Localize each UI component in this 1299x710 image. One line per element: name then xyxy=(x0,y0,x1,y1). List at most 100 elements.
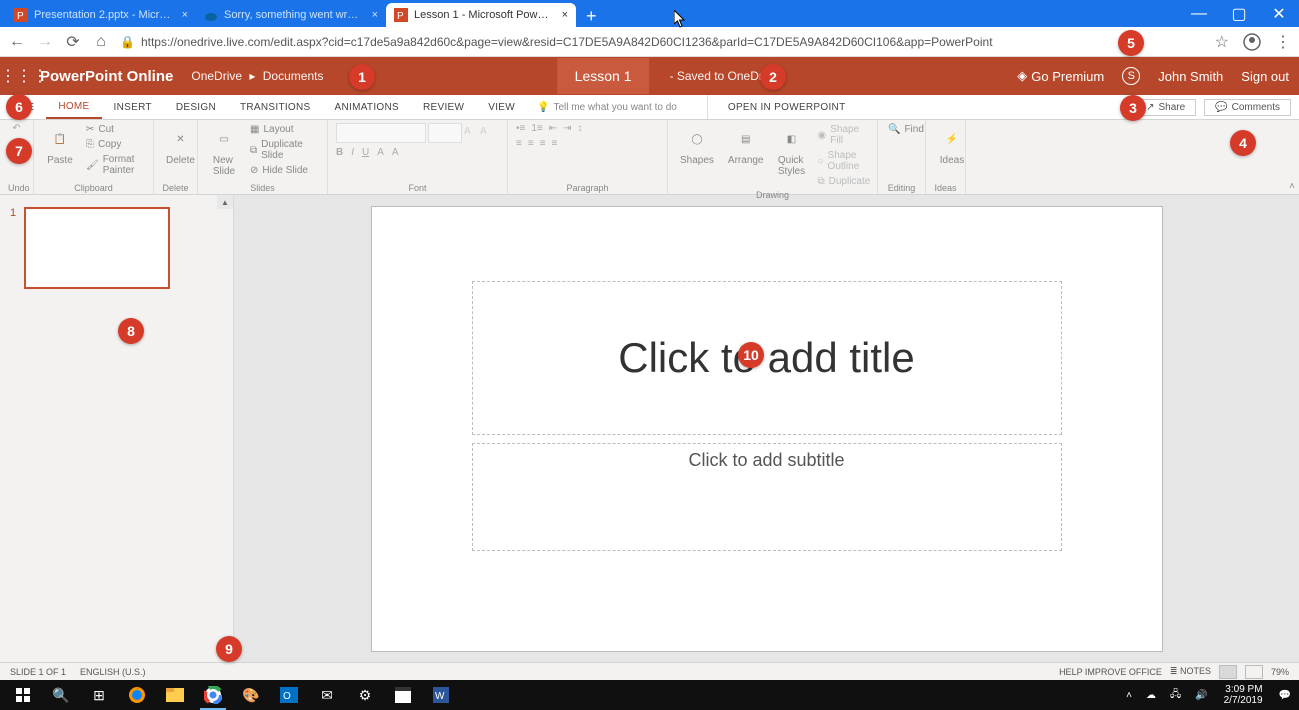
paste-button[interactable]: 📋 Paste xyxy=(42,123,78,168)
quick-styles-button[interactable]: ◧Quick Styles xyxy=(774,123,810,179)
chrome-icon[interactable] xyxy=(194,680,232,710)
subtitle-placeholder[interactable]: Click to add subtitle xyxy=(472,443,1062,551)
skype-icon[interactable]: S xyxy=(1122,67,1140,85)
go-premium-button[interactable]: ◈ Go Premium xyxy=(1017,68,1104,84)
title-placeholder[interactable]: Click to add title xyxy=(472,281,1062,435)
slideshow-view-button[interactable] xyxy=(1245,665,1263,679)
language-status[interactable]: ENGLISH (U.S.) xyxy=(80,667,146,677)
find-button[interactable]: 🔍Find xyxy=(886,123,926,136)
user-name[interactable]: John Smith xyxy=(1158,69,1223,84)
copy-button[interactable]: ⎘Copy xyxy=(84,138,145,151)
system-clock[interactable]: 3:09 PM 2/7/2019 xyxy=(1218,684,1269,706)
browser-tab-2[interactable]: P Lesson 1 - Microsoft PowerPoint × xyxy=(386,3,576,27)
highlight-button[interactable]: A xyxy=(392,147,399,158)
slide-canvas-area[interactable]: Click to add title Click to add subtitle xyxy=(234,195,1299,662)
file-explorer-icon[interactable] xyxy=(156,680,194,710)
firefox-icon[interactable] xyxy=(118,680,156,710)
format-painter-button[interactable]: 🖌Format Painter xyxy=(84,153,145,177)
italic-button[interactable]: I xyxy=(351,147,354,158)
tab-view[interactable]: VIEW xyxy=(476,95,527,119)
comments-button[interactable]: 💬Comments xyxy=(1204,99,1291,116)
slide-thumbnail-pane[interactable]: ▲ 1 xyxy=(0,195,234,662)
font-family-select[interactable] xyxy=(336,123,426,143)
browser-tab-1[interactable]: Sorry, something went wrong - C × xyxy=(196,3,386,27)
tab-review[interactable]: REVIEW xyxy=(411,95,476,119)
close-icon[interactable]: × xyxy=(372,9,378,21)
url-input[interactable]: 🔒 https://onedrive.live.com/edit.aspx?ci… xyxy=(120,35,1205,49)
task-view-button[interactable]: ⊞ xyxy=(80,680,118,710)
collapse-ribbon-icon[interactable]: ˄ xyxy=(1289,181,1295,192)
maximize-button[interactable]: ▢ xyxy=(1219,0,1259,27)
numbering-button[interactable]: 1≡ xyxy=(531,123,542,134)
back-button[interactable]: ← xyxy=(8,33,26,51)
underline-button[interactable]: U xyxy=(362,147,369,158)
calendar-icon[interactable] xyxy=(384,680,422,710)
tab-animations[interactable]: ANIMATIONS xyxy=(323,95,411,119)
app-launcher-icon[interactable]: ⋮⋮⋮ xyxy=(0,66,40,86)
shrink-font-icon[interactable]: A xyxy=(480,126,494,140)
align-right-button[interactable]: ≡ xyxy=(540,138,546,149)
tab-design[interactable]: DESIGN xyxy=(164,95,228,119)
help-improve-link[interactable]: HELP IMPROVE OFFICE xyxy=(1059,667,1162,677)
notes-button[interactable]: ≣ NOTES xyxy=(1170,666,1211,677)
cut-button[interactable]: ✂Cut xyxy=(84,123,145,136)
new-slide-button[interactable]: ▭New Slide xyxy=(206,123,242,179)
align-justify-button[interactable]: ≡ xyxy=(552,138,558,149)
bullets-button[interactable]: •≡ xyxy=(516,123,525,134)
close-window-button[interactable]: ✕ xyxy=(1259,0,1299,27)
menu-icon[interactable]: ⋮ xyxy=(1275,32,1291,52)
font-size-select[interactable] xyxy=(428,123,462,143)
undo-button[interactable]: ↶ xyxy=(12,123,20,134)
font-color-button[interactable]: A xyxy=(377,147,384,158)
close-icon[interactable]: × xyxy=(182,9,188,21)
mail-icon[interactable]: ✉ xyxy=(308,680,346,710)
shape-outline-button[interactable]: ○Shape Outline xyxy=(816,149,873,173)
star-icon[interactable]: ☆ xyxy=(1215,32,1229,52)
close-icon[interactable]: × xyxy=(562,9,568,21)
shapes-button[interactable]: ◯Shapes xyxy=(676,123,718,168)
layout-button[interactable]: ▦Layout xyxy=(248,123,319,136)
tray-chevron-icon[interactable]: ˄ xyxy=(1122,690,1136,701)
paint-icon[interactable]: 🎨 xyxy=(232,680,270,710)
browser-tab-0[interactable]: P Presentation 2.pptx - Microsoft P × xyxy=(6,3,196,27)
duplicate-shape-button[interactable]: ⧉Duplicate xyxy=(816,175,873,188)
slide-preview[interactable] xyxy=(24,207,170,289)
breadcrumb[interactable]: OneDrive ▸ Documents xyxy=(191,69,323,83)
account-icon[interactable] xyxy=(1243,33,1261,51)
forward-button[interactable]: → xyxy=(36,33,54,51)
zoom-level[interactable]: 79% xyxy=(1271,667,1289,677)
tab-home[interactable]: HOME xyxy=(46,95,101,119)
outlook-icon[interactable]: O xyxy=(270,680,308,710)
document-title[interactable]: Lesson 1 xyxy=(557,58,650,94)
onedrive-tray-icon[interactable]: ☁ xyxy=(1142,690,1160,701)
ideas-button[interactable]: ⚡Ideas xyxy=(934,123,970,168)
tell-me-search[interactable]: 💡 Tell me what you want to do xyxy=(537,102,677,113)
align-left-button[interactable]: ≡ xyxy=(516,138,522,149)
word-icon[interactable]: W xyxy=(422,680,460,710)
network-tray-icon[interactable]: 🖧 xyxy=(1166,687,1185,704)
tab-insert[interactable]: INSERT xyxy=(102,95,164,119)
scroll-up-button[interactable]: ▲ xyxy=(217,195,233,209)
slide-thumbnail-1[interactable]: 1 xyxy=(10,207,223,289)
normal-view-button[interactable] xyxy=(1219,665,1237,679)
indent-right-button[interactable]: ⇥ xyxy=(563,123,571,134)
indent-left-button[interactable]: ⇤ xyxy=(549,123,557,134)
minimize-button[interactable]: — xyxy=(1179,0,1219,27)
start-button[interactable] xyxy=(4,680,42,710)
home-button[interactable]: ⌂ xyxy=(92,33,110,51)
volume-tray-icon[interactable]: 🔊 xyxy=(1191,690,1211,701)
search-button[interactable]: 🔍 xyxy=(42,680,80,710)
tab-transitions[interactable]: TRANSITIONS xyxy=(228,95,323,119)
text-direction-button[interactable]: ↕ xyxy=(578,123,583,134)
align-center-button[interactable]: ≡ xyxy=(528,138,534,149)
bold-button[interactable]: B xyxy=(336,147,343,158)
hide-slide-button[interactable]: ⊘Hide Slide xyxy=(248,164,319,177)
duplicate-slide-button[interactable]: ⧉Duplicate Slide xyxy=(248,138,319,162)
slide[interactable]: Click to add title Click to add subtitle xyxy=(372,207,1162,651)
grow-font-icon[interactable]: A xyxy=(464,126,478,140)
slide-counter[interactable]: SLIDE 1 OF 1 xyxy=(10,667,66,677)
delete-button[interactable]: ✕Delete xyxy=(162,123,199,168)
sign-out-link[interactable]: Sign out xyxy=(1241,69,1289,84)
new-tab-button[interactable]: + xyxy=(576,6,607,27)
arrange-button[interactable]: ▤Arrange xyxy=(724,123,768,168)
